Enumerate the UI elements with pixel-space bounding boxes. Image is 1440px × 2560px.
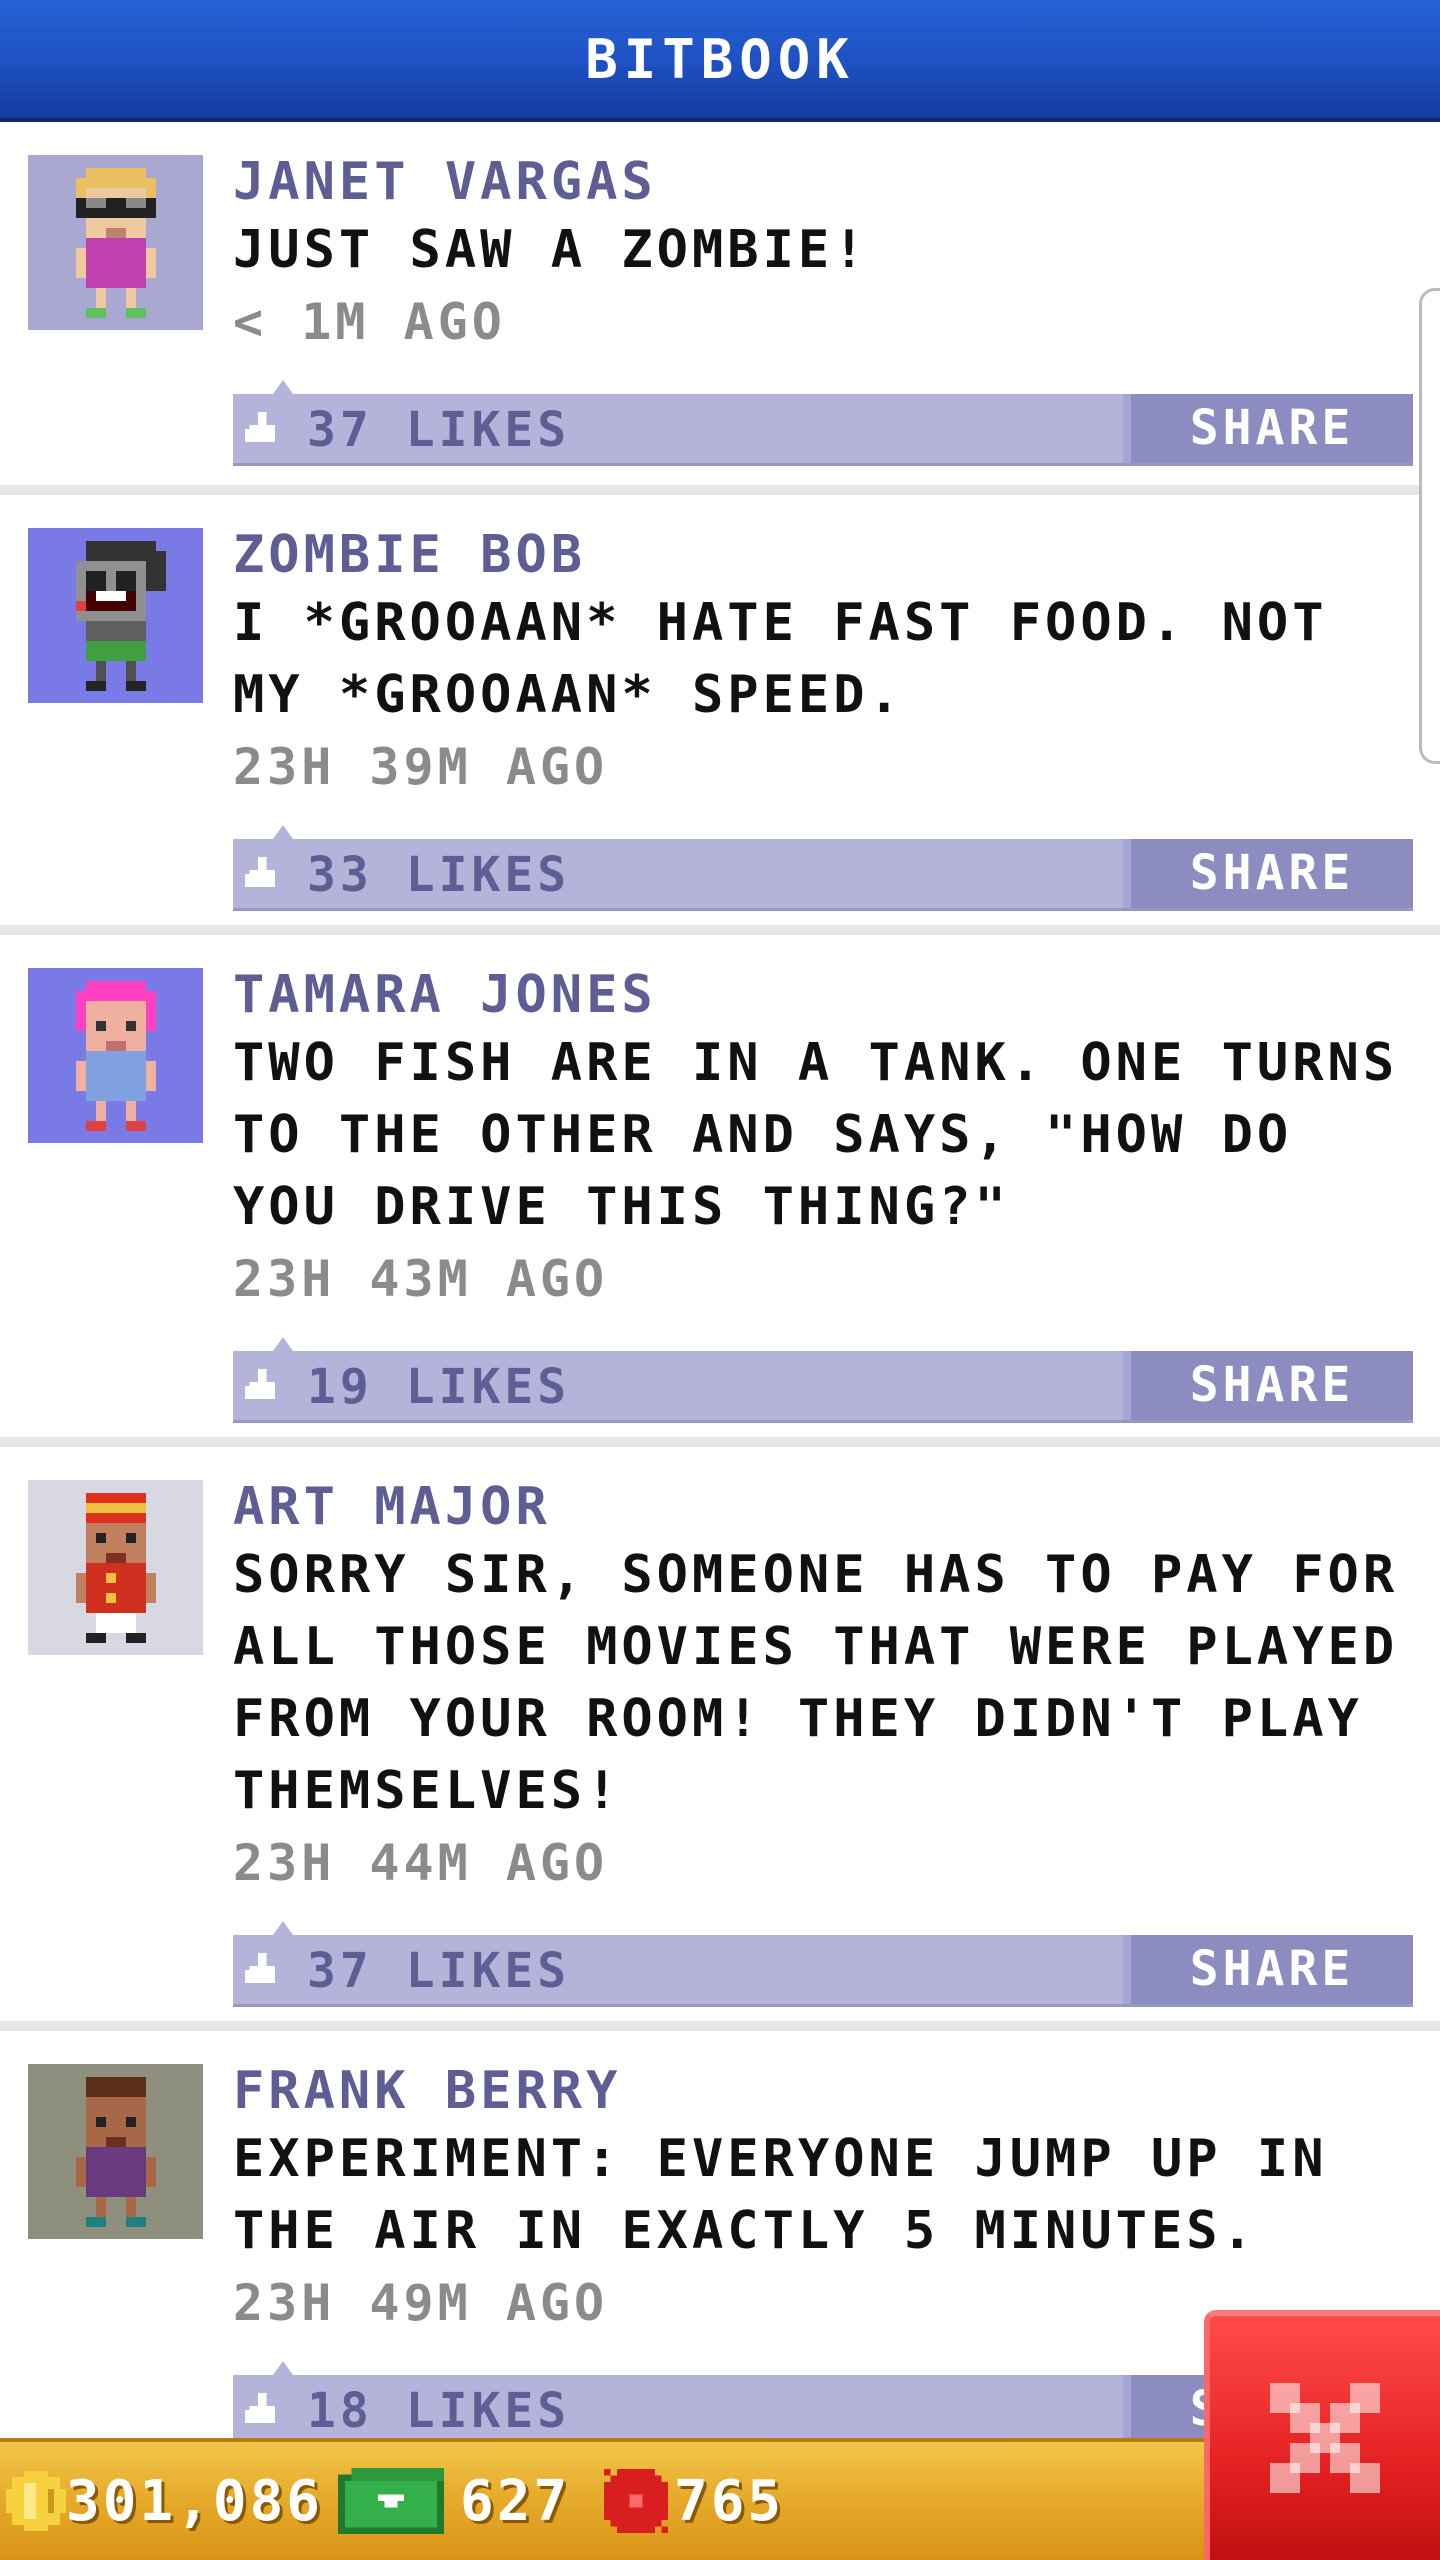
- likes-count: 33 LIKES: [307, 847, 571, 903]
- post-timestamp: < 1M AGO: [233, 293, 506, 351]
- post-item: JANET VARGAS JUST SAW A ZOMBIE! < 1M AGO…: [0, 122, 1440, 495]
- share-button[interactable]: SHARE: [1123, 394, 1413, 463]
- post-author[interactable]: ART MAJOR: [233, 1475, 1413, 1539]
- avatar[interactable]: [28, 1480, 203, 1655]
- scroll-indicator[interactable]: [1419, 288, 1440, 764]
- post-author[interactable]: FRANK BERRY: [233, 2059, 1413, 2123]
- bellhop-avatar-icon: [75, 1492, 156, 1643]
- likes-bar: 37 LIKES SHARE: [233, 380, 1413, 466]
- tickets-count: 765: [674, 2468, 785, 2534]
- post-item: ZOMBIE BOB I *GROOAAN* HATE FAST FOOD. N…: [0, 495, 1440, 935]
- likes-count: 37 LIKES: [307, 402, 571, 458]
- post-content: TAMARA JONES TWO FISH ARE IN A TANK. ONE…: [233, 963, 1413, 1423]
- thumbs-up-icon[interactable]: [245, 2393, 279, 2427]
- post-item: ART MAJOR SORRY SIR, SOMEONE HAS TO PAY …: [0, 1447, 1440, 2031]
- post-author[interactable]: ZOMBIE BOB: [233, 523, 1413, 587]
- tickets-stat: 765: [604, 2442, 784, 2560]
- close-icon: [1270, 2383, 1380, 2493]
- post-item: TAMARA JONES TWO FISH ARE IN A TANK. ONE…: [0, 935, 1440, 1447]
- likes-bar-notch: [273, 380, 293, 394]
- share-button[interactable]: SHARE: [1123, 1935, 1413, 2004]
- likes-count: 18 LIKES: [307, 2383, 571, 2438]
- avatar[interactable]: [28, 2064, 203, 2239]
- bux-count: 627: [460, 2468, 571, 2534]
- likes-bar-notch: [273, 1337, 293, 1351]
- share-button[interactable]: SHARE: [1123, 839, 1413, 908]
- post-feed[interactable]: JANET VARGAS JUST SAW A ZOMBIE! < 1M AGO…: [0, 122, 1440, 2438]
- likes-bar-notch: [273, 1921, 293, 1935]
- person-avatar-icon: [75, 2076, 156, 2227]
- coins-count: 301,086: [66, 2468, 324, 2534]
- likes-count: 19 LIKES: [307, 1359, 571, 1415]
- post-message: I *GROOAAN* HATE FAST FOOD. NOT MY *GROO…: [233, 593, 1328, 725]
- coin-icon: [6, 2471, 66, 2531]
- coins-stat: 301,086: [6, 2442, 323, 2560]
- likes-count: 37 LIKES: [307, 1943, 571, 1999]
- zombie-avatar-icon: [75, 540, 166, 691]
- share-button[interactable]: SHARE: [1123, 1351, 1413, 1420]
- person-avatar-icon: [75, 980, 156, 1131]
- post-message: TWO FISH ARE IN A TANK. ONE TURNS TO THE…: [233, 1033, 1399, 1237]
- post-content: JANET VARGAS JUST SAW A ZOMBIE! < 1M AGO…: [233, 150, 1413, 466]
- post-timestamp: 23H 43M AGO: [233, 1250, 609, 1308]
- app-header: BITBOOK: [0, 0, 1440, 122]
- post-message: EXPERIMENT: EVERYONE JUMP UP IN THE AIR …: [233, 2129, 1328, 2261]
- close-button[interactable]: [1204, 2310, 1440, 2560]
- likes-bar-notch: [273, 825, 293, 839]
- likes-bar-notch: [273, 2361, 293, 2375]
- post-author[interactable]: JANET VARGAS: [233, 150, 1413, 214]
- likes-bar: 33 LIKES SHARE: [233, 825, 1413, 911]
- thumbs-up-icon[interactable]: [245, 1953, 279, 1987]
- likes-bar: 19 LIKES SHARE: [233, 1337, 1413, 1423]
- post-author[interactable]: TAMARA JONES: [233, 963, 1413, 1027]
- ticket-icon: [604, 2469, 668, 2533]
- post-message: JUST SAW A ZOMBIE!: [233, 220, 869, 280]
- post-content: ART MAJOR SORRY SIR, SOMEONE HAS TO PAY …: [233, 1475, 1413, 2007]
- avatar[interactable]: [28, 968, 203, 1143]
- avatar[interactable]: [28, 528, 203, 703]
- avatar[interactable]: [28, 155, 203, 330]
- thumbs-up-icon[interactable]: [245, 857, 279, 891]
- header-title: BITBOOK: [585, 27, 855, 91]
- post-timestamp: 23H 39M AGO: [233, 738, 609, 796]
- post-timestamp: 23H 44M AGO: [233, 1834, 609, 1892]
- post-content: ZOMBIE BOB I *GROOAAN* HATE FAST FOOD. N…: [233, 523, 1413, 911]
- post-message: SORRY SIR, SOMEONE HAS TO PAY FOR ALL TH…: [233, 1545, 1399, 1821]
- bux-icon: [338, 2468, 444, 2534]
- thumbs-up-icon[interactable]: [245, 412, 279, 446]
- likes-bar: 37 LIKES SHARE: [233, 1921, 1413, 2007]
- person-avatar-icon: [75, 167, 156, 318]
- thumbs-up-icon[interactable]: [245, 1369, 279, 1403]
- bux-stat: 627: [338, 2442, 570, 2560]
